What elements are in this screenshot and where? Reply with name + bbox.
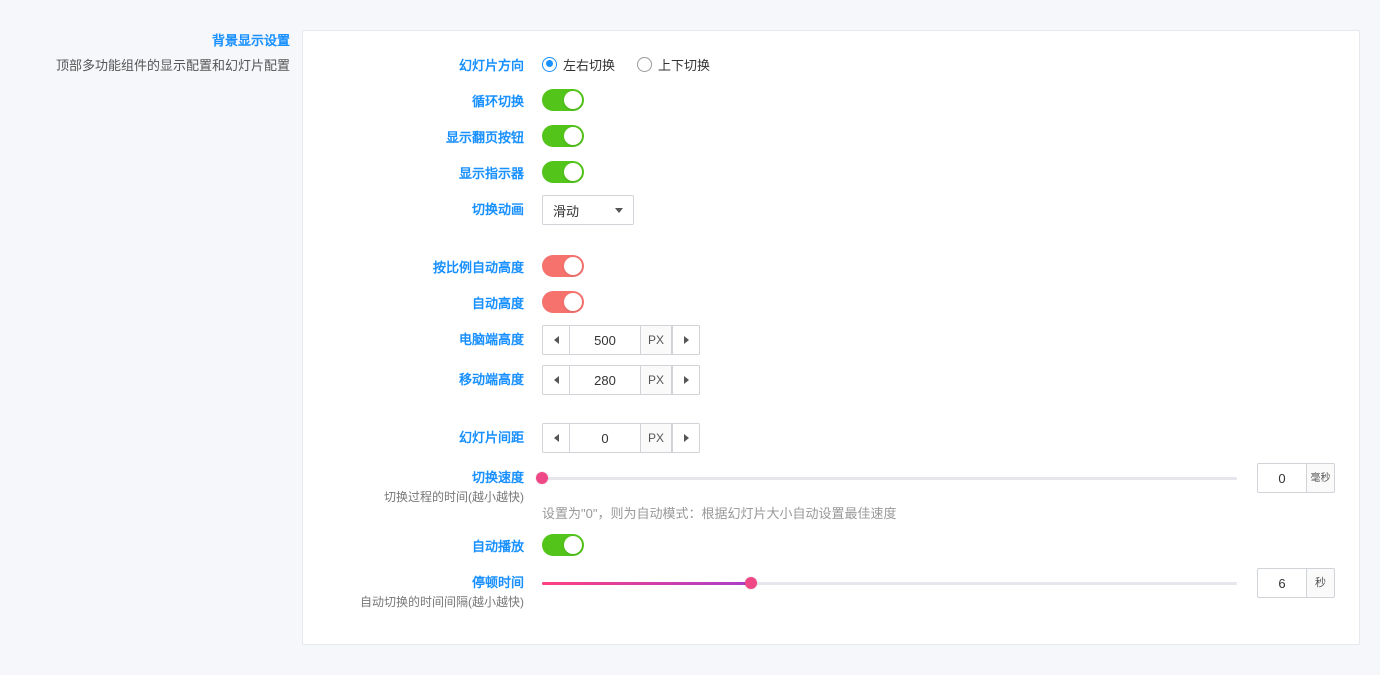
row-auto-height-ratio: 按比例自动高度 xyxy=(327,253,1335,279)
label-autoplay: 自动播放 xyxy=(327,536,524,555)
row-mobile-height: 移动端高度 280 PX xyxy=(327,365,1335,395)
sidebar-title: 背景显示设置 xyxy=(20,30,290,49)
label-loop: 循环切换 xyxy=(327,91,524,110)
label-pc-height: 电脑端高度 xyxy=(327,329,524,348)
pause-unit: 秒 xyxy=(1307,568,1335,598)
toggle-loop[interactable] xyxy=(542,89,584,111)
row-indicator: 显示指示器 xyxy=(327,159,1335,185)
animation-select[interactable]: 滑动 xyxy=(542,195,634,225)
toggle-auto-height-ratio[interactable] xyxy=(542,255,584,277)
toggle-autoplay[interactable] xyxy=(542,534,584,556)
pause-value-box: 6 秒 xyxy=(1257,568,1335,598)
row-paging: 显示翻页按钮 xyxy=(327,123,1335,149)
label-pause-sub: 自动切换的时间间隔(越小越快) xyxy=(327,593,524,610)
chevron-right-icon xyxy=(684,434,689,442)
row-slide-gap: 幻灯片间距 0 PX xyxy=(327,423,1335,453)
label-pause: 停顿时间 xyxy=(327,572,524,591)
label-auto-height-ratio: 按比例自动高度 xyxy=(327,257,524,276)
chevron-left-icon xyxy=(554,434,559,442)
row-auto-height: 自动高度 xyxy=(327,289,1335,315)
pause-slider[interactable] xyxy=(542,578,1237,588)
chevron-down-icon xyxy=(615,208,623,213)
pause-value[interactable]: 6 xyxy=(1257,568,1307,598)
chevron-left-icon xyxy=(554,376,559,384)
row-loop: 循环切换 xyxy=(327,87,1335,113)
chevron-right-icon xyxy=(684,376,689,384)
row-direction: 幻灯片方向 左右切换 上下切换 xyxy=(327,51,1335,77)
row-speed: 切换速度 切换过程的时间(越小越快) 0 毫秒 设置为"0"，则为自动模式：根据… xyxy=(327,463,1335,522)
chevron-left-icon xyxy=(554,336,559,344)
direction-radio-group: 左右切换 上下切换 xyxy=(542,55,710,74)
slider-thumb[interactable] xyxy=(745,577,757,589)
label-speed: 切换速度 xyxy=(327,467,524,486)
radio-horizontal[interactable]: 左右切换 xyxy=(542,55,615,74)
slide-gap-stepper: 0 PX xyxy=(542,423,700,453)
decrement-button[interactable] xyxy=(542,423,570,453)
label-animation: 切换动画 xyxy=(327,199,524,218)
sidebar-desc: 顶部多功能组件的显示配置和幻灯片配置 xyxy=(20,55,290,74)
unit-label: PX xyxy=(640,423,672,453)
speed-value[interactable]: 0 xyxy=(1257,463,1307,493)
radio-vertical[interactable]: 上下切换 xyxy=(637,55,710,74)
pause-slider-wrap: 6 秒 xyxy=(542,568,1335,598)
label-indicator: 显示指示器 xyxy=(327,163,524,182)
label-direction: 幻灯片方向 xyxy=(327,55,524,74)
increment-button[interactable] xyxy=(672,423,700,453)
radio-icon xyxy=(637,57,652,72)
unit-label: PX xyxy=(640,325,672,355)
pc-height-value[interactable]: 500 xyxy=(570,325,640,355)
mobile-height-stepper: 280 PX xyxy=(542,365,700,395)
decrement-button[interactable] xyxy=(542,365,570,395)
label-paging: 显示翻页按钮 xyxy=(327,127,524,146)
toggle-paging[interactable] xyxy=(542,125,584,147)
speed-unit: 毫秒 xyxy=(1307,463,1335,493)
row-animation: 切换动画 滑动 xyxy=(327,195,1335,225)
row-pause: 停顿时间 自动切换的时间间隔(越小越快) 6 秒 xyxy=(327,568,1335,610)
settings-panel: 幻灯片方向 左右切换 上下切换 循环切换 xyxy=(302,30,1360,645)
slide-gap-value[interactable]: 0 xyxy=(570,423,640,453)
toggle-indicator[interactable] xyxy=(542,161,584,183)
sidebar: 背景显示设置 顶部多功能组件的显示配置和幻灯片配置 xyxy=(20,30,290,645)
label-slide-gap: 幻灯片间距 xyxy=(327,427,524,446)
label-mobile-height: 移动端高度 xyxy=(327,369,524,388)
increment-button[interactable] xyxy=(672,365,700,395)
pc-height-stepper: 500 PX xyxy=(542,325,700,355)
speed-help: 设置为"0"，则为自动模式：根据幻灯片大小自动设置最佳速度 xyxy=(542,503,896,522)
speed-slider[interactable] xyxy=(542,473,1237,483)
increment-button[interactable] xyxy=(672,325,700,355)
speed-value-box: 0 毫秒 xyxy=(1257,463,1335,493)
row-pc-height: 电脑端高度 500 PX xyxy=(327,325,1335,355)
chevron-right-icon xyxy=(684,336,689,344)
speed-slider-wrap: 0 毫秒 xyxy=(542,463,1335,493)
slider-thumb[interactable] xyxy=(536,472,548,484)
decrement-button[interactable] xyxy=(542,325,570,355)
mobile-height-value[interactable]: 280 xyxy=(570,365,640,395)
row-autoplay: 自动播放 xyxy=(327,532,1335,558)
toggle-auto-height[interactable] xyxy=(542,291,584,313)
radio-icon xyxy=(542,57,557,72)
label-auto-height: 自动高度 xyxy=(327,293,524,312)
label-speed-sub: 切换过程的时间(越小越快) xyxy=(327,488,524,505)
unit-label: PX xyxy=(640,365,672,395)
